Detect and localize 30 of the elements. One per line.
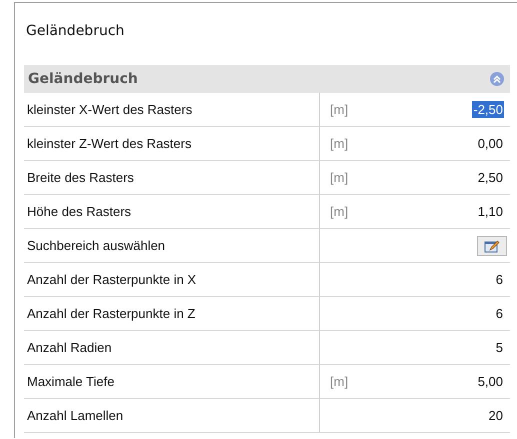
property-label: Höhe des Rasters [24, 195, 319, 229]
section-header[interactable]: Geländebruch [24, 65, 510, 93]
unit-label: [m] [330, 102, 348, 117]
value-field[interactable]: 6 [494, 271, 504, 288]
value-field[interactable]: 5 [494, 339, 504, 356]
value-field[interactable]: 20 [488, 407, 504, 424]
panel-title: Geländebruch [25, 22, 126, 41]
property-label: kleinster X-Wert des Rasters [24, 93, 319, 127]
property-label: Anzahl Radien [24, 331, 319, 365]
unit-label: [m] [330, 136, 348, 151]
unit-label: [m] [330, 170, 348, 185]
property-label: Maximale Tiefe [24, 365, 319, 399]
property-label: Anzahl Lamellen [24, 399, 319, 433]
unit-label: [m] [330, 204, 348, 219]
property-label: Suchbereich auswählen [24, 229, 319, 263]
value-field[interactable]: 6 [494, 305, 504, 322]
value-field[interactable]: 0,00 [476, 135, 504, 152]
value-field[interactable]: 2,50 [476, 169, 504, 186]
property-label: Anzahl der Rasterpunkte in Z [24, 297, 319, 331]
property-label: kleinster Z-Wert des Rasters [24, 127, 319, 161]
unit-label: [m] [330, 374, 348, 389]
property-label: Anzahl der Rasterpunkte in X [24, 263, 319, 297]
section-title: Geländebruch [28, 71, 138, 87]
property-label: Breite des Rasters [24, 161, 319, 195]
value-field[interactable]: 1,10 [476, 203, 504, 220]
pencil-icon [484, 238, 500, 252]
value-field[interactable]: 5,00 [476, 373, 504, 390]
edit-button[interactable] [477, 236, 507, 256]
value-field[interactable]: -2,50 [472, 101, 504, 118]
collapse-icon[interactable] [490, 72, 504, 86]
